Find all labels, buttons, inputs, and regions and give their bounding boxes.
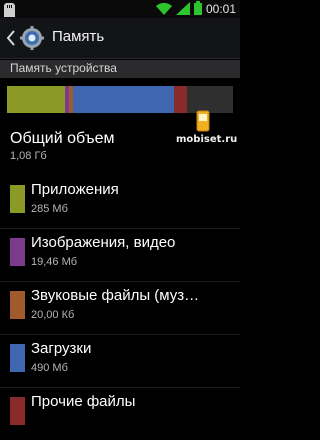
category-color-swatch bbox=[10, 238, 25, 266]
usage-segment bbox=[7, 86, 66, 113]
storage-category-item[interactable]: Приложения 285 Мб bbox=[0, 176, 240, 228]
storage-category-item[interactable]: Загрузки 490 Мб bbox=[0, 334, 240, 387]
watermark: mobiset.ru bbox=[176, 110, 238, 150]
category-color-swatch bbox=[10, 185, 25, 213]
category-size: 285 Мб bbox=[31, 203, 68, 215]
gear-icon[interactable] bbox=[20, 26, 44, 50]
back-chevron-icon[interactable] bbox=[4, 27, 18, 49]
storage-category-item[interactable]: Изображения, видео 19,46 Мб bbox=[0, 228, 240, 281]
storage-category-item[interactable]: Звуковые файлы (муз… 20,00 Кб bbox=[0, 281, 240, 334]
clock: 00:01 bbox=[205, 2, 236, 16]
category-title: Звуковые файлы (муз… bbox=[31, 287, 200, 304]
phone-logo-icon bbox=[196, 110, 210, 132]
section-header: Память устройства bbox=[0, 60, 240, 78]
category-size: 19,46 Мб bbox=[31, 256, 78, 268]
usage-segment bbox=[73, 86, 174, 113]
total-value: 1,08 Гб bbox=[10, 150, 47, 162]
category-title: Приложения bbox=[31, 181, 119, 198]
status-bar: 00:01 bbox=[0, 0, 240, 18]
usage-segment bbox=[173, 86, 187, 113]
category-size: 20,00 Кб bbox=[31, 309, 75, 321]
watermark-text: mobiset.ru bbox=[176, 134, 238, 145]
signal-icon bbox=[175, 0, 190, 19]
total-title: Общий объем bbox=[10, 130, 115, 147]
wifi-icon bbox=[155, 0, 172, 19]
category-size: 490 Мб bbox=[31, 362, 68, 374]
section-label: Память устройства bbox=[10, 61, 117, 75]
category-title: Загрузки bbox=[31, 340, 92, 357]
total-capacity: Общий объем 1,08 Гб bbox=[10, 130, 115, 162]
category-color-swatch bbox=[10, 397, 25, 425]
storage-category-item[interactable]: Прочие файлы bbox=[0, 387, 240, 440]
usage-segment bbox=[186, 86, 233, 113]
category-color-swatch bbox=[10, 344, 25, 372]
storage-usage-bar bbox=[7, 86, 233, 113]
action-bar: Память bbox=[0, 18, 240, 59]
battery-icon bbox=[193, 0, 202, 19]
category-title: Прочие файлы bbox=[31, 393, 136, 410]
category-list: Приложения 285 Мб Изображения, видео 19,46 … bbox=[0, 176, 240, 440]
category-title: Изображения, видео bbox=[31, 234, 176, 251]
category-color-swatch bbox=[10, 291, 25, 319]
page-title: Память bbox=[52, 28, 105, 45]
